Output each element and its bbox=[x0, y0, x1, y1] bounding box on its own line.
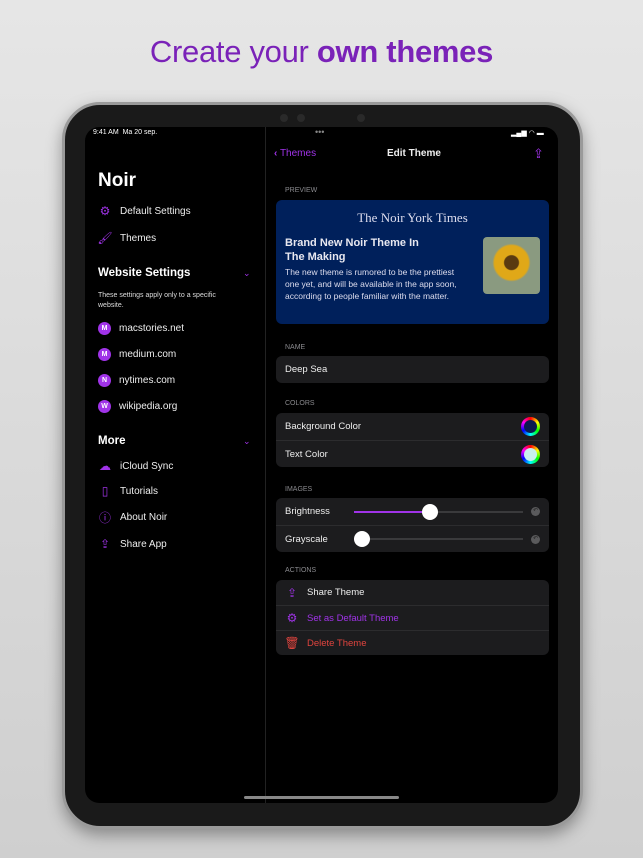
paintbrush-icon: 🖌 bbox=[97, 231, 113, 245]
slider-thumb[interactable] bbox=[422, 503, 439, 520]
section-label: COLORS bbox=[285, 400, 315, 407]
actions-group: ⇪ Share Theme ⚙ Set as Default Theme 🗑 Dele… bbox=[276, 580, 549, 655]
nav-title: Edit Theme bbox=[387, 148, 441, 159]
share-theme-button[interactable]: ⇪ Share Theme bbox=[276, 580, 549, 605]
chevron-left-icon: ‹ bbox=[274, 148, 278, 159]
gear-icon: ⚙ bbox=[99, 204, 111, 218]
sidebar: 9:41 AM Ma 20 sep. Noir ⚙ Default Setting… bbox=[85, 127, 266, 803]
site-item[interactable]: Wwikipedia.org bbox=[98, 400, 177, 413]
reset-icon[interactable]: ↶ bbox=[531, 507, 540, 516]
camera bbox=[357, 114, 365, 122]
sensor bbox=[297, 114, 305, 122]
screen: 9:41 AM Ma 20 sep. Noir ⚙ Default Setting… bbox=[85, 127, 558, 803]
back-button[interactable]: ‹ Themes bbox=[274, 148, 316, 159]
section-label: ACTIONS bbox=[285, 567, 317, 574]
sidebar-title: Noir bbox=[98, 170, 136, 191]
status-icons: ▂▄▆ ◠ ▬ bbox=[511, 130, 544, 137]
brightness-row: Brightness ↶ bbox=[276, 498, 549, 525]
section-label: NAME bbox=[285, 344, 306, 351]
chevron-down-icon[interactable]: ⌄ bbox=[243, 436, 251, 447]
sidebar-item-default-settings[interactable]: ⚙ Default Settings bbox=[98, 204, 191, 218]
theme-preview: The Noir York Times Brand New Noir Theme… bbox=[276, 200, 549, 324]
delete-theme-button[interactable]: 🗑 Delete Theme bbox=[276, 630, 549, 655]
sidebar-item-icloud-sync[interactable]: ☁ iCloud Sync bbox=[98, 459, 173, 473]
share-icon: ⇪ bbox=[286, 585, 298, 600]
multitasking-dots[interactable]: ••• bbox=[315, 127, 324, 137]
book-icon: ▯ bbox=[101, 484, 109, 498]
theme-name-input[interactable]: Deep Sea bbox=[276, 356, 549, 383]
grayscale-slider[interactable] bbox=[354, 531, 523, 547]
trash-icon: 🗑 bbox=[284, 636, 300, 650]
sidebar-item-themes[interactable]: 🖌 Themes bbox=[97, 231, 156, 245]
section-label: IMAGES bbox=[285, 486, 313, 493]
section-more: More bbox=[98, 435, 126, 447]
preview-headline: Brand New Noir Theme In The Making bbox=[285, 237, 419, 263]
site-letter-icon: M bbox=[98, 322, 111, 335]
status-time: 9:41 AM Ma 20 sep. bbox=[93, 129, 158, 136]
cloud-icon: ☁ bbox=[99, 459, 111, 473]
slider-fill bbox=[354, 510, 431, 513]
brightness-slider[interactable] bbox=[354, 503, 523, 520]
site-letter-icon: N bbox=[98, 374, 111, 387]
set-default-theme-button[interactable]: ⚙ Set as Default Theme bbox=[276, 605, 549, 630]
preview-image bbox=[483, 237, 540, 294]
site-item[interactable]: Nnytimes.com bbox=[98, 374, 175, 387]
background-color-row[interactable]: Background Color bbox=[276, 413, 549, 440]
slider-thumb[interactable] bbox=[354, 531, 371, 547]
site-letter-icon: M bbox=[98, 348, 111, 361]
sidebar-item-tutorials[interactable]: ▯ Tutorials bbox=[98, 484, 158, 498]
site-item[interactable]: Mmedium.com bbox=[98, 348, 176, 361]
grayscale-row: Grayscale ↶ bbox=[276, 525, 549, 552]
sidebar-item-about[interactable]: ⓘ About Noir bbox=[98, 510, 167, 525]
site-letter-icon: W bbox=[98, 400, 111, 413]
images-group: Brightness ↶ Grayscale ↶ bbox=[276, 498, 549, 552]
colors-group: Background Color Text Color bbox=[276, 413, 549, 467]
home-indicator bbox=[244, 796, 399, 799]
website-settings-description: These settings apply only to a specific … bbox=[98, 292, 216, 309]
chevron-down-icon[interactable]: ⌄ bbox=[243, 268, 251, 279]
site-item[interactable]: Mmacstories.net bbox=[98, 322, 184, 335]
sensor bbox=[280, 114, 288, 122]
sidebar-item-share-app[interactable]: ⇪ Share App bbox=[98, 537, 167, 551]
headline: Create your own themes bbox=[149, 34, 494, 69]
preview-body: The new theme is rumored to be the prett… bbox=[285, 267, 457, 301]
section-label: PREVIEW bbox=[285, 187, 318, 194]
info-icon: ⓘ bbox=[98, 510, 111, 525]
preview-masthead: The Noir York Times bbox=[357, 210, 468, 225]
share-icon: ⇪ bbox=[99, 537, 111, 551]
background-color-well[interactable] bbox=[521, 417, 540, 436]
name-field-group: Deep Sea bbox=[276, 356, 549, 383]
section-website-settings: Website Settings bbox=[98, 267, 191, 279]
gear-icon: ⚙ bbox=[286, 611, 298, 625]
share-icon[interactable]: ⇪ bbox=[533, 146, 544, 162]
text-color-well[interactable] bbox=[521, 444, 540, 464]
reset-icon[interactable]: ↶ bbox=[531, 534, 540, 544]
text-color-row[interactable]: Text Color bbox=[276, 440, 549, 467]
